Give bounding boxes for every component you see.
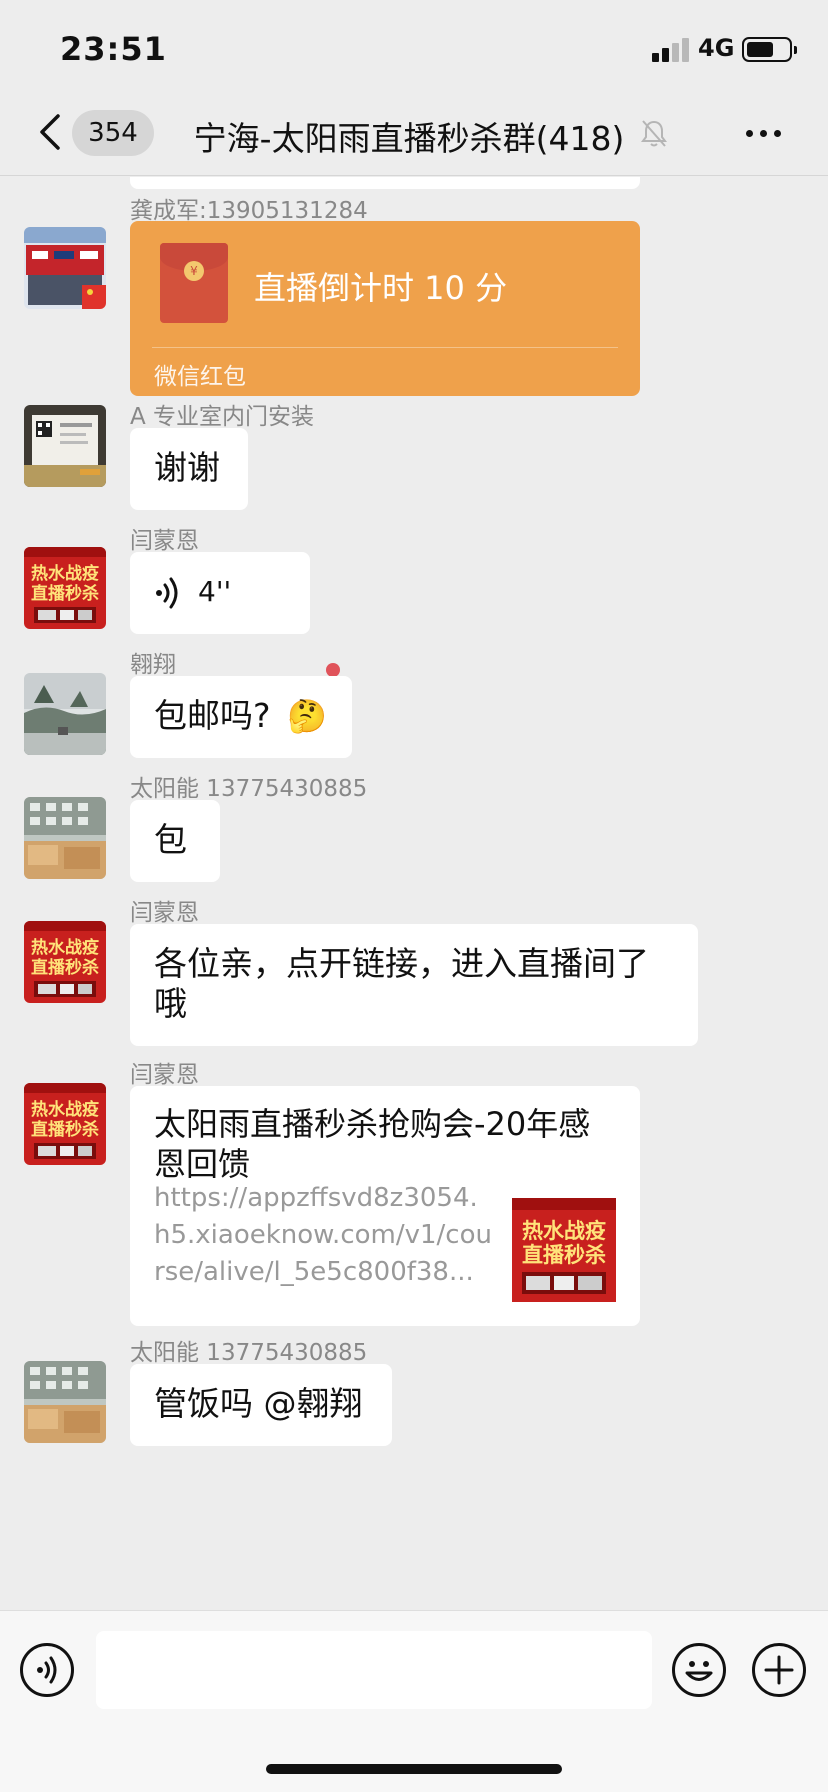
svg-text:热水战疫: 热水战疫 (31, 937, 99, 958)
svg-text:热水战疫: 热水战疫 (31, 563, 99, 584)
message-bubble[interactable]: 谢谢 (130, 428, 248, 510)
store-photo-avatar[interactable] (24, 227, 106, 309)
bell-muted-icon (641, 120, 667, 147)
emoji-icon[interactable] (672, 1643, 726, 1697)
message-text: 谢谢 (154, 448, 220, 487)
message-text: 包 (154, 820, 187, 859)
building-avatar[interactable] (24, 797, 106, 879)
sender-name: 闫蒙恩 (130, 1062, 199, 1088)
network-type: 4G (698, 34, 735, 62)
promo-poster-avatar[interactable]: 热水战疫 直播秒杀 (24, 1083, 106, 1165)
voice-duration: 4'' (198, 575, 232, 608)
thinking-face-icon: 🤔 (287, 697, 327, 735)
sender-name: 闫蒙恩 (130, 900, 199, 926)
battery-icon (742, 37, 797, 62)
sender-name: A 专业室内门安装 (130, 404, 315, 430)
message-bubble[interactable]: 包 (130, 800, 220, 882)
message-bubble[interactable]: 管饭吗 @翱翔 (130, 1364, 392, 1446)
message-list[interactable]: 龚成军:13905131284 ¥ 直播倒计时 10 分 微信红包 A 专业室内… (0, 177, 828, 1610)
svg-text:直播秒杀: 直播秒杀 (31, 957, 99, 978)
promo-poster-avatar[interactable]: 热水战疫 直播秒杀 (24, 547, 106, 629)
landscape-avatar[interactable] (24, 673, 106, 755)
voice-message-bubble[interactable]: 4'' (130, 552, 310, 634)
voice-wave-icon (156, 577, 178, 609)
voice-mode-icon[interactable] (20, 1643, 74, 1697)
svg-text:热水战疫: 热水战疫 (522, 1219, 606, 1243)
message-bubble[interactable]: 各位亲，点开链接，进入直播间了哦 (130, 924, 698, 1046)
message-text: 管饭吗 @翱翔 (154, 1384, 363, 1423)
svg-text:直播秒杀: 直播秒杀 (31, 583, 99, 604)
voice-unread-dot (326, 663, 340, 677)
chat-header: 宁海-太阳雨直播秒杀群(418) 354 (0, 100, 828, 176)
ellipsis-icon[interactable] (744, 128, 784, 140)
svg-text:直播秒杀: 直播秒杀 (522, 1243, 606, 1267)
status-time: 23:51 (60, 30, 167, 68)
sender-name: 翱翔 (130, 652, 176, 678)
message-bubble[interactable]: 包邮吗? 🤔 (130, 676, 352, 758)
red-packet-divider (152, 347, 618, 348)
plus-icon[interactable] (752, 1643, 806, 1697)
red-packet-label: 微信红包 (154, 364, 246, 390)
promo-poster-thumbnail: 热水战疫 直播秒杀 (512, 1198, 616, 1302)
sender-name: 龚成军:13905131284 (130, 198, 368, 224)
message-text: 各位亲，点开链接，进入直播间了哦 (154, 944, 649, 1023)
home-indicator[interactable] (266, 1764, 562, 1774)
business-card-avatar[interactable] (24, 405, 106, 487)
message-text: 包邮吗? (154, 696, 271, 735)
red-envelope-icon: ¥ (160, 243, 228, 323)
previous-message-bubble (130, 177, 640, 189)
chevron-left-icon[interactable] (36, 112, 66, 152)
link-title: 太阳雨直播秒杀抢购会-20年感恩回馈 (154, 1105, 591, 1183)
sender-name: 太阳能 13775430885 (130, 776, 368, 802)
sender-name: 太阳能 13775430885 (130, 1340, 368, 1366)
message-input[interactable] (96, 1631, 652, 1709)
red-packet-message[interactable]: ¥ 直播倒计时 10 分 微信红包 (130, 221, 640, 396)
cellular-signal-icon (652, 38, 692, 62)
link-url: https://appzffsvd8z3054.h5.xiaoeknow.com… (154, 1183, 492, 1287)
status-bar: 23:51 4G (0, 0, 828, 100)
sender-name: 闫蒙恩 (130, 528, 199, 554)
unread-count-badge[interactable]: 354 (72, 110, 154, 156)
link-card-message[interactable]: 太阳雨直播秒杀抢购会-20年感恩回馈 https://appzffsvd8z30… (130, 1086, 640, 1326)
svg-text:热水战疫: 热水战疫 (31, 1099, 99, 1120)
red-packet-text: 直播倒计时 10 分 (254, 269, 508, 307)
svg-text:直播秒杀: 直播秒杀 (31, 1119, 99, 1140)
building-avatar[interactable] (24, 1361, 106, 1443)
promo-poster-avatar[interactable]: 热水战疫 直播秒杀 (24, 921, 106, 1003)
